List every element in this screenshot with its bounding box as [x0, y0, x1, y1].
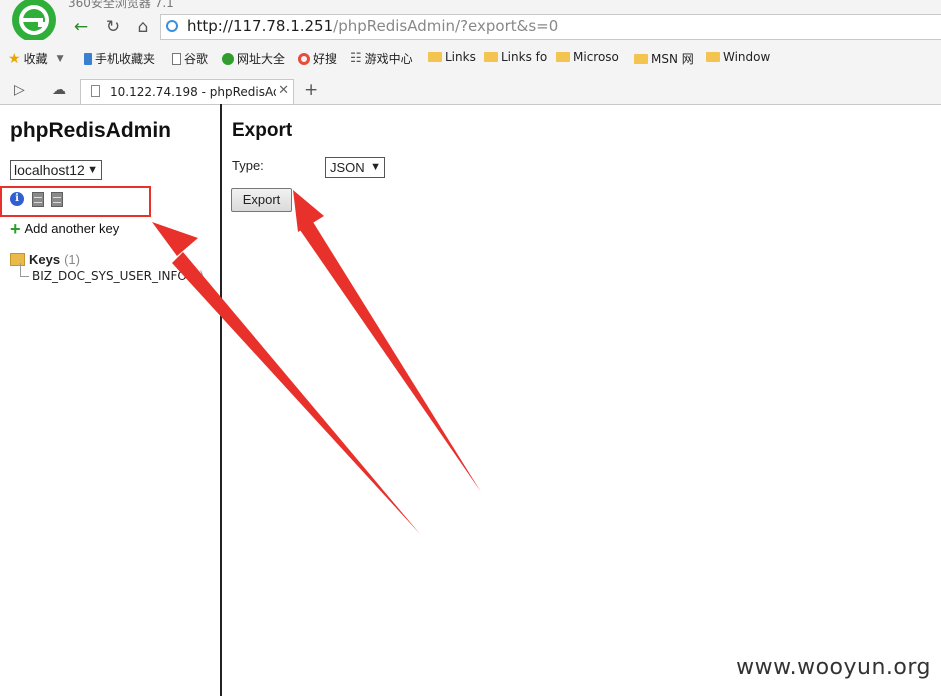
- close-icon[interactable]: ✕: [278, 83, 289, 98]
- phone-icon: [84, 52, 92, 65]
- bookmark-favorites[interactable]: ★ 收藏 ▼: [8, 50, 64, 67]
- add-key-label: Add another key: [24, 221, 120, 236]
- bookmark-google[interactable]: 谷歌: [172, 50, 208, 67]
- keys-count: (1): [64, 252, 80, 267]
- tree-connector: [20, 263, 29, 277]
- bookmark-label: 收藏: [23, 52, 48, 66]
- chevron-down-icon: ▼: [87, 164, 98, 176]
- folder-icon: [634, 53, 648, 64]
- page-icon: [172, 52, 181, 65]
- main-frame: Export Type: JSON ▼ Export: [222, 104, 941, 696]
- chevron-down-icon: ▼: [370, 161, 381, 173]
- bookmark-windows[interactable]: Window: [706, 50, 770, 64]
- server-select-value: localhost12: [14, 162, 85, 178]
- server-select[interactable]: localhost12 ▼: [10, 160, 102, 180]
- bookmark-mobile[interactable]: 手机收藏夹: [84, 50, 155, 67]
- key-item[interactable]: BIZ_DOC_SYS_USER_INFO(9): [20, 263, 204, 283]
- bookmark-label: Window: [723, 50, 771, 64]
- key-name: BIZ_DOC_SYS_USER_INFO: [32, 269, 187, 283]
- keys-label: Keys: [29, 252, 61, 267]
- tab-title: 10.122.74.198 - phpRedisAd: [110, 85, 276, 99]
- bookmark-label: Links: [445, 50, 476, 64]
- star-icon: ★: [8, 50, 21, 67]
- bookmark-label: 网址大全: [237, 52, 286, 66]
- key-tree: Keys (1) BIZ_DOC_SYS_USER_INFO(9): [10, 252, 204, 283]
- new-tab-icon[interactable]: +: [304, 80, 318, 100]
- address-url[interactable]: http://117.78.1.251/phpRedisAdmin/?expor…: [187, 17, 558, 35]
- folder-icon: [428, 52, 442, 62]
- folder-icon: [484, 52, 498, 62]
- bookmark-label: 谷歌: [184, 52, 209, 66]
- back-arrow-icon[interactable]: ←: [68, 14, 94, 40]
- type-select[interactable]: JSON ▼: [325, 157, 385, 178]
- cloud-icon[interactable]: ☁: [52, 82, 66, 98]
- bookmark-label: MSN 网: [651, 52, 694, 66]
- keys-root[interactable]: Keys (1): [10, 252, 194, 267]
- bookmark-label: 手机收藏夹: [95, 52, 156, 66]
- bookmark-url-directory[interactable]: 网址大全: [222, 50, 285, 67]
- bookmark-links-for[interactable]: Links fo: [484, 50, 547, 64]
- reload-icon[interactable]: ↻: [100, 14, 126, 40]
- window-title: 360安全浏览器 7.1: [68, 0, 174, 10]
- search-brand-icon: [298, 52, 310, 65]
- page-title: Export: [232, 120, 293, 141]
- bookmark-label: Links fo: [501, 50, 548, 64]
- address-bar[interactable]: http://117.78.1.251/phpRedisAdmin/?expor…: [160, 14, 941, 40]
- plus-icon: +: [10, 218, 21, 239]
- dropdown-icon[interactable]: ▼: [57, 54, 64, 64]
- page-icon: [91, 85, 100, 97]
- sidebar-toggle-icon[interactable]: ▷: [14, 82, 25, 98]
- bookmark-microsoft[interactable]: Microso: [556, 50, 619, 64]
- export-button[interactable]: Export: [231, 188, 292, 212]
- address-row: ← ↻ ⌂ http://117.78.1.251/phpRedisAdmin/…: [68, 14, 941, 40]
- bookmark-msn[interactable]: MSN 网: [634, 50, 694, 67]
- app-title[interactable]: phpRedisAdmin: [10, 119, 171, 143]
- browser-logo-icon: [12, 0, 56, 40]
- bookmark-links[interactable]: Links: [428, 50, 476, 64]
- bookmark-label: 好搜: [313, 52, 338, 66]
- folder-icon: [706, 52, 720, 62]
- annotation-highlight-box: [0, 186, 151, 217]
- bookmark-game-center[interactable]: ☷ 游戏中心: [350, 50, 413, 67]
- site-globe-icon: [166, 20, 178, 32]
- tab-strip: ▷ ☁ 10.122.74.198 - phpRedisAd ✕ +: [0, 78, 941, 105]
- tab-active[interactable]: 10.122.74.198 - phpRedisAd ✕: [80, 79, 294, 104]
- add-key-link[interactable]: + Add another key: [10, 218, 120, 239]
- bookmark-label: 游戏中心: [364, 52, 413, 66]
- folder-icon: [556, 52, 570, 62]
- bookmark-label: Microso: [573, 50, 619, 64]
- home-icon[interactable]: ⌂: [130, 14, 156, 40]
- globe-icon: [222, 52, 234, 65]
- key-count: (9): [186, 269, 204, 283]
- bookmark-haosou[interactable]: 好搜: [298, 50, 337, 67]
- browser-chrome: 360安全浏览器 7.1 ← ↻ ⌂ http://117.78.1.251/p…: [0, 0, 941, 105]
- type-select-value: JSON: [330, 160, 365, 175]
- type-label: Type:: [232, 158, 264, 173]
- gamepad-icon: ☷: [350, 51, 362, 66]
- watermark: www.wooyun.org: [736, 655, 931, 680]
